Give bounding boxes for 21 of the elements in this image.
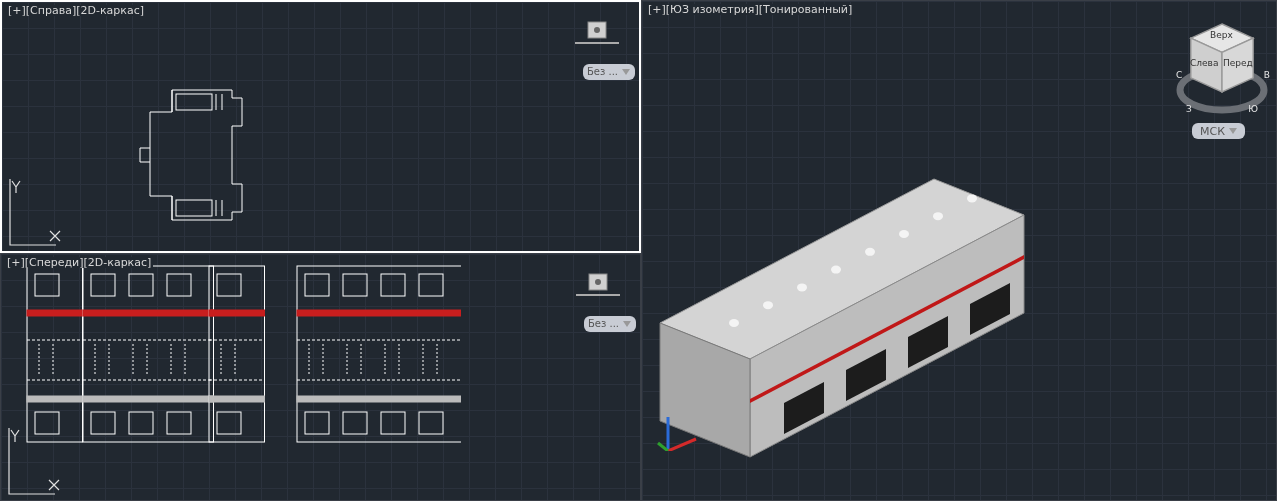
- viewport[interactable]: [+][ЮЗ изометрия][Тонированный] Верх Слева Перед С В З Ю МСК: [641, 0, 1277, 501]
- viewport-label[interactable]: [+][Спереди][2D-каркас]: [5, 257, 154, 268]
- cube-icon: [1188, 21, 1256, 95]
- compass-letter: С: [1176, 71, 1183, 80]
- visual-style-dropdown[interactable]: Без ...: [584, 316, 636, 332]
- cube-face-label: Слева: [1190, 59, 1219, 68]
- cube-face-label: Верх: [1210, 31, 1233, 40]
- viewcube[interactable]: Верх Слева Перед С В З Ю: [1174, 21, 1270, 117]
- viewport-label[interactable]: [+][ЮЗ изометрия][Тонированный]: [646, 4, 855, 15]
- compass-letter: Ю: [1248, 105, 1258, 114]
- compass-letter: З: [1186, 105, 1192, 114]
- compass-letter: В: [1263, 71, 1270, 80]
- cube-face-label: Перед: [1223, 59, 1253, 68]
- viewport-label[interactable]: [+][Справа][2D-каркас]: [6, 5, 147, 16]
- viewport[interactable]: [+][Справа][2D-каркас] Без ...: [0, 0, 641, 253]
- caret-icon: [1229, 128, 1237, 134]
- viewport[interactable]: [+][Спереди][2D-каркас] Без ...: [0, 253, 641, 501]
- caret-icon: [622, 69, 631, 75]
- visual-style-dropdown[interactable]: Без ...: [583, 64, 635, 80]
- caret-icon: [623, 321, 632, 327]
- ucs-dropdown[interactable]: МСК: [1192, 123, 1245, 139]
